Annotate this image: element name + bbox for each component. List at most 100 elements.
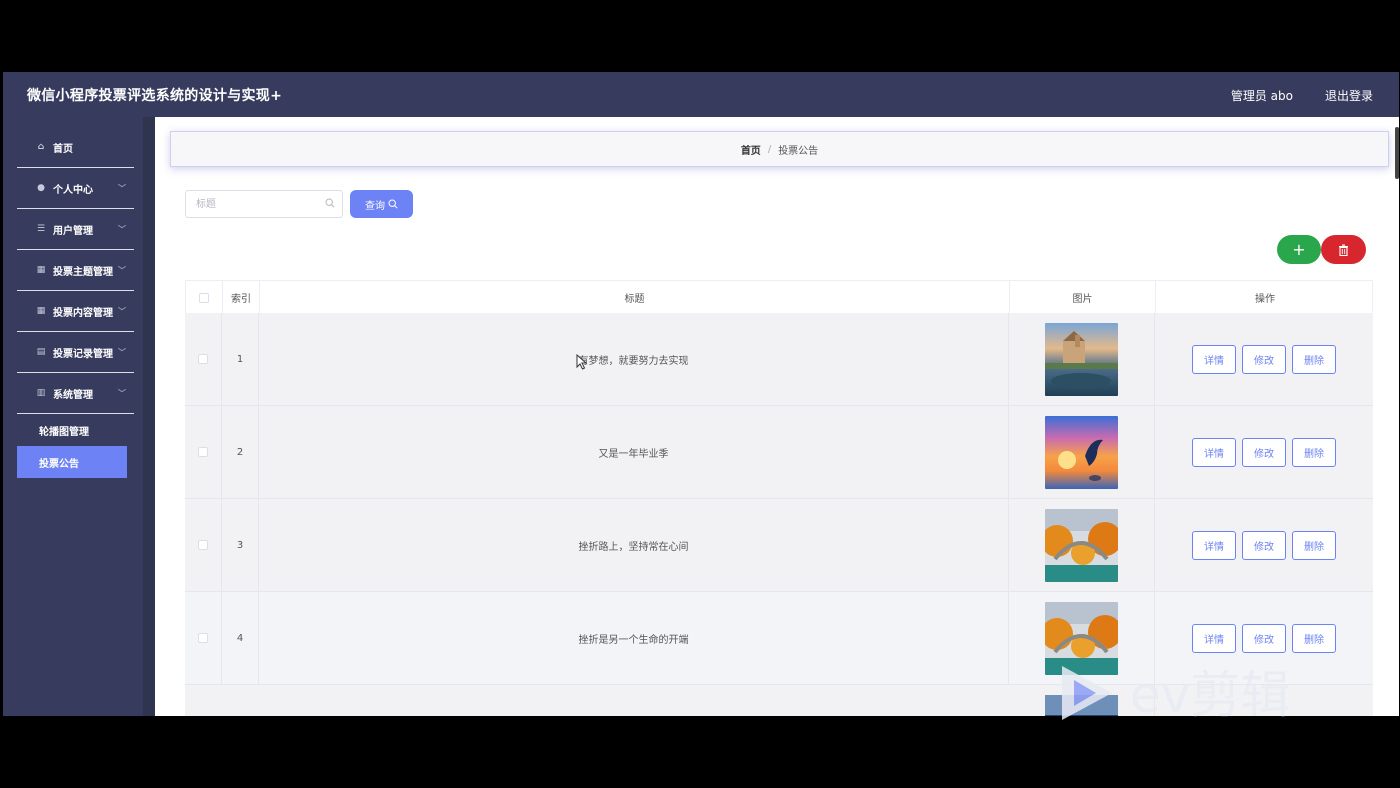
table-row: 2 又是一年毕业季 详情 修改 删除 xyxy=(185,406,1373,499)
chevron-down-icon: ﹀ xyxy=(118,306,126,316)
select-all-checkbox[interactable] xyxy=(199,292,209,303)
add-button[interactable]: + xyxy=(1277,235,1321,264)
sidebar-subitem-vote-notice[interactable]: 投票公告 xyxy=(17,446,127,478)
delete-button[interactable]: 删除 xyxy=(1292,344,1336,374)
sidebar-item-label: 投票记录管理 xyxy=(53,348,113,360)
detail-button[interactable]: 详情 xyxy=(1192,623,1236,653)
row-index: 2 xyxy=(222,406,259,498)
chevron-down-icon: ﹀ xyxy=(118,388,126,398)
row-select-cell xyxy=(185,313,222,405)
row-select-cell xyxy=(185,499,222,591)
sidebar-item-users[interactable]: ☰ 用户管理 ﹀ xyxy=(17,209,134,250)
sidebar-item-vote-records[interactable]: ▤ 投票记录管理 ﹀ xyxy=(17,332,134,373)
trash-icon xyxy=(1339,244,1348,256)
home-icon: ⌂ xyxy=(37,142,45,152)
chevron-down-icon: ﹀ xyxy=(118,265,126,275)
header-select-cell xyxy=(186,281,223,314)
query-button-label: 查询 xyxy=(365,200,385,212)
row-index: 3 xyxy=(222,499,259,591)
table-row: 1 有梦想，就要努力去实现 详情 修改 删除 xyxy=(185,313,1373,406)
castle-lake-image[interactable] xyxy=(1045,322,1118,396)
grid-icon: ▦ xyxy=(36,306,46,316)
row-title: 有梦想，就要努力去实现 xyxy=(259,313,1009,405)
logout-link[interactable]: 退出登录 xyxy=(1325,87,1373,104)
admin-name: 管理员 abo xyxy=(1230,89,1293,103)
sidebar: ⌂ 首页 ● 个人中心 ﹀ ☰ 用户管理 ﹀ ▦ 投票主题管理 ﹀ ▦ 投票内容… xyxy=(3,117,155,716)
bar-chart-icon: ▥ xyxy=(36,388,46,398)
edit-button[interactable]: 修改 xyxy=(1242,344,1286,374)
table-row: 3 挫折路上，坚持常在心间 详情 修改 删除 xyxy=(185,499,1373,592)
delete-button[interactable]: 删除 xyxy=(1292,437,1336,467)
breadcrumb-separator: / xyxy=(767,143,772,155)
sidebar-item-label: 系统管理 xyxy=(53,389,93,401)
chevron-down-icon: ﹀ xyxy=(118,183,126,193)
dolphin-sunset-image[interactable] xyxy=(1045,415,1118,489)
delete-button[interactable]: 删除 xyxy=(1292,530,1336,560)
row-ops-cell: 详情 修改 删除 xyxy=(1155,313,1373,405)
plus-icon: + xyxy=(1292,240,1306,259)
row-ops-cell: 详情 修改 删除 xyxy=(1155,499,1373,591)
scrollbar[interactable] xyxy=(1395,127,1399,179)
app-window: 微信小程序投票评选系统的设计与实现+ 管理员 abo 退出登录 ⌂ 首页 ● 个… xyxy=(3,72,1399,716)
row-select-cell xyxy=(185,406,222,498)
watermark-text: ev剪辑 xyxy=(1130,666,1290,724)
breadcrumb-current: 投票公告 xyxy=(778,145,819,157)
query-button[interactable]: 查询 xyxy=(350,190,413,218)
main-content: 首页 / 投票公告 查询 + xyxy=(155,117,1399,716)
sidebar-item-label: 个人中心 xyxy=(53,184,93,196)
row-title: 挫折路上，坚持常在心间 xyxy=(259,499,1009,591)
header-index: 索引 xyxy=(223,281,260,314)
sidebar-item-vote-topics[interactable]: ▦ 投票主题管理 ﹀ xyxy=(17,250,134,291)
autumn-bridge-image[interactable] xyxy=(1045,508,1118,582)
sidebar-rail xyxy=(143,117,155,716)
sidebar-item-vote-contents[interactable]: ▦ 投票内容管理 ﹀ xyxy=(17,291,134,332)
search-box xyxy=(185,190,343,218)
top-bar: 微信小程序投票评选系统的设计与实现+ 管理员 abo 退出登录 xyxy=(3,72,1399,117)
row-image-cell xyxy=(1009,313,1155,405)
search-icon xyxy=(388,199,398,209)
detail-button[interactable]: 详情 xyxy=(1192,437,1236,467)
breadcrumb: 首页 / 投票公告 xyxy=(170,131,1389,167)
list-icon: ☰ xyxy=(36,224,46,234)
row-title: 挫折是另一个生命的开端 xyxy=(259,592,1009,684)
row-checkbox[interactable] xyxy=(198,354,208,364)
row-checkbox[interactable] xyxy=(198,447,208,457)
sidebar-item-profile[interactable]: ● 个人中心 ﹀ xyxy=(17,168,134,209)
grid-icon: ▦ xyxy=(36,265,46,275)
mouse-cursor-icon xyxy=(576,354,588,370)
video-watermark: ev剪辑 xyxy=(1060,660,1330,730)
row-image-cell xyxy=(1009,499,1155,591)
row-image-cell xyxy=(1009,406,1155,498)
sidebar-subitem-carousel[interactable]: 轮播图管理 xyxy=(17,414,127,446)
edit-button[interactable]: 修改 xyxy=(1242,530,1286,560)
header-image: 图片 xyxy=(1010,281,1156,314)
row-index: 4 xyxy=(222,592,259,684)
batch-delete-button[interactable] xyxy=(1321,235,1366,264)
detail-button[interactable]: 详情 xyxy=(1192,530,1236,560)
delete-button[interactable]: 删除 xyxy=(1292,623,1336,653)
user-icon: ● xyxy=(37,183,45,193)
sidebar-item-system[interactable]: ▥ 系统管理 ﹀ xyxy=(17,373,134,414)
row-ops-cell: 详情 修改 删除 xyxy=(1155,406,1373,498)
header-title: 标题 xyxy=(260,281,1010,314)
edit-button[interactable]: 修改 xyxy=(1242,437,1286,467)
sidebar-item-label: 用户管理 xyxy=(53,225,93,237)
clipboard-icon: ▤ xyxy=(36,347,46,357)
row-select-cell xyxy=(185,592,222,684)
row-index: 1 xyxy=(222,313,259,405)
sidebar-item-label: 投票主题管理 xyxy=(53,266,113,278)
table-header: 索引 标题 图片 操作 xyxy=(185,280,1373,314)
sidebar-item-label: 投票内容管理 xyxy=(53,307,113,319)
detail-button[interactable]: 详情 xyxy=(1192,344,1236,374)
sidebar-item-home[interactable]: ⌂ 首页 xyxy=(17,127,134,168)
search-icon xyxy=(325,198,335,208)
edit-button[interactable]: 修改 xyxy=(1242,623,1286,653)
breadcrumb-home[interactable]: 首页 xyxy=(741,142,761,157)
header-ops: 操作 xyxy=(1255,294,1275,305)
chevron-down-icon: ﹀ xyxy=(118,224,126,234)
row-title: 又是一年毕业季 xyxy=(259,406,1009,498)
app-title: 微信小程序投票评选系统的设计与实现+ xyxy=(27,88,283,104)
row-checkbox[interactable] xyxy=(198,540,208,550)
row-checkbox[interactable] xyxy=(198,633,208,643)
search-input[interactable] xyxy=(196,191,326,217)
